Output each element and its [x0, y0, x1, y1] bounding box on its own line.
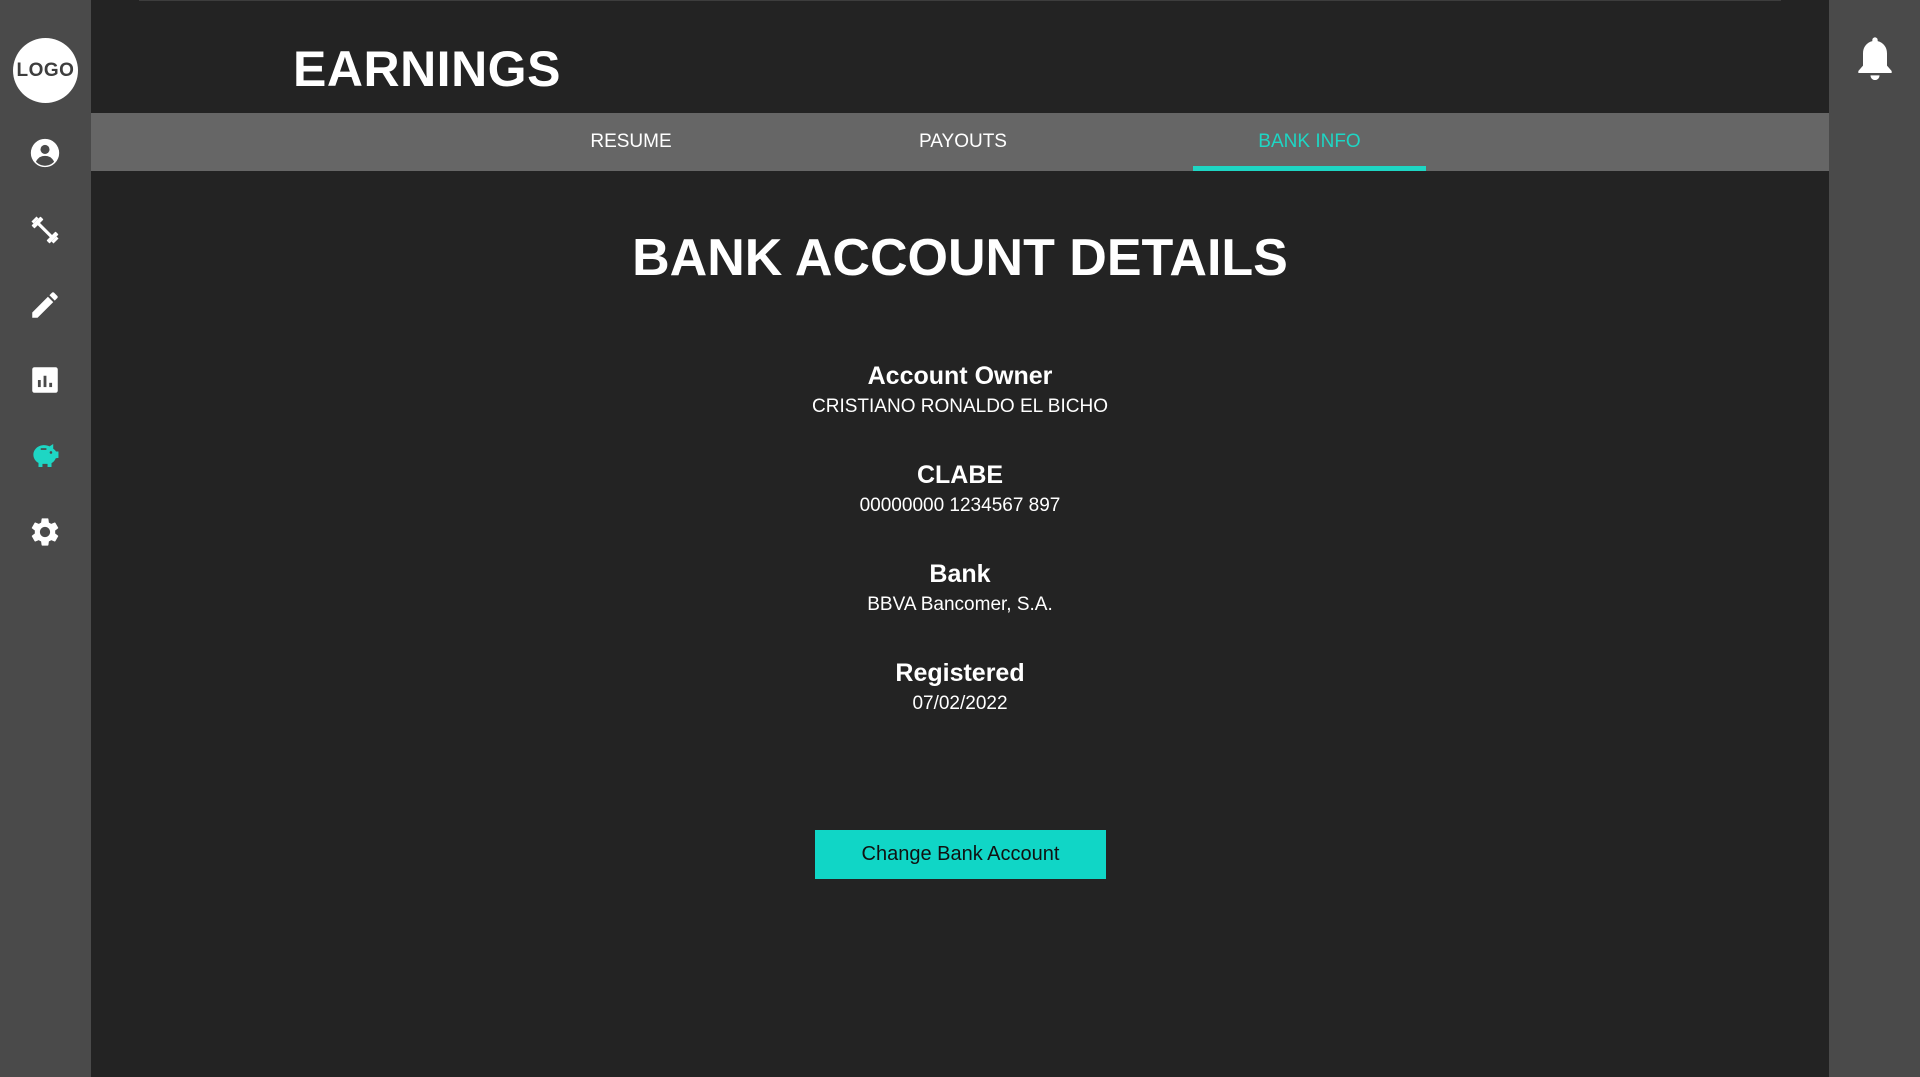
logo[interactable]: LOGO: [13, 38, 78, 103]
sidebar-item-edit[interactable]: [25, 285, 65, 325]
sidebar-item-profile[interactable]: [25, 133, 65, 173]
change-bank-account-button[interactable]: Change Bank Account: [815, 830, 1106, 879]
registered-field: Registered 07/02/2022: [91, 658, 1829, 716]
field-label: Bank: [929, 560, 991, 588]
main-content: EARNINGS RESUME PAYOUTS BANK INFO BANK A…: [91, 0, 1829, 1077]
sidebar: LOGO: [0, 0, 91, 1077]
piggy-bank-icon: [33, 443, 59, 468]
app-window: LOGO EARNINGS RESUME PAYOUTS BANK INFO B…: [0, 0, 1920, 1077]
field-value: CRISTIANO RONALDO EL BICHO: [812, 396, 1108, 417]
tab-payouts[interactable]: PAYOUTS: [871, 113, 1055, 171]
top-divider: [139, 0, 1781, 1]
clabe-field: CLABE 00000000 1234567 897: [91, 460, 1829, 518]
stats-icon: [32, 367, 58, 393]
section-title: BANK ACCOUNT DETAILS: [632, 229, 1288, 287]
tab-bank-info[interactable]: BANK INFO: [1193, 113, 1426, 171]
sidebar-item-stats[interactable]: [25, 360, 65, 400]
field-label: Registered: [895, 659, 1025, 687]
field-value: 07/02/2022: [912, 693, 1008, 714]
bell-icon[interactable]: [1855, 34, 1895, 84]
field-label: Account Owner: [867, 362, 1053, 390]
right-rail: [1829, 0, 1920, 1077]
edit-icon: [32, 292, 58, 318]
sidebar-item-earnings[interactable]: [25, 435, 65, 475]
tab-bar: RESUME PAYOUTS BANK INFO: [91, 113, 1829, 171]
tab-resume[interactable]: RESUME: [539, 113, 723, 171]
sidebar-item-workouts[interactable]: [25, 210, 65, 250]
bank-field: Bank BBVA Bancomer, S.A.: [91, 559, 1829, 617]
gear-icon: [31, 518, 59, 546]
account-owner-field: Account Owner CRISTIANO RONALDO EL BICHO: [91, 361, 1829, 419]
workout-icon: [31, 216, 59, 244]
profile-icon: [30, 138, 60, 168]
field-value: 00000000 1234567 897: [859, 495, 1061, 516]
page-title: EARNINGS: [293, 41, 561, 97]
field-label: CLABE: [916, 461, 1004, 489]
sidebar-item-settings[interactable]: [25, 512, 65, 552]
field-value: BBVA Bancomer, S.A.: [867, 594, 1053, 615]
